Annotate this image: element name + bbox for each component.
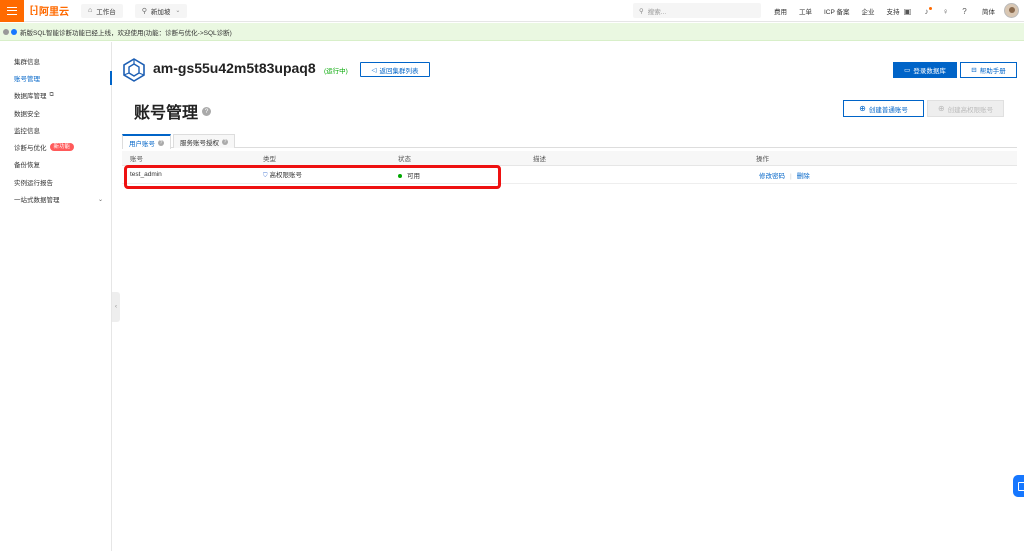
link-tickets[interactable]: 工单 <box>799 6 812 16</box>
bell-icon[interactable]: ♪ <box>921 6 932 16</box>
menu-icon[interactable] <box>0 0 24 22</box>
column-header-actions: 操作 <box>756 156 769 163</box>
highlight-annotation <box>124 165 501 189</box>
notice-text[interactable]: 新版SQL智能诊断功能已经上线，欢迎使用(功能：诊断与优化->SQL诊断) <box>20 27 232 37</box>
change-password-link[interactable]: 修改密码 <box>759 173 785 180</box>
sidebar-item-monitoring[interactable]: 监控信息 <box>0 121 111 138</box>
search-icon: ⚲ <box>639 7 644 15</box>
bulb-icon[interactable]: ♀ <box>940 7 951 16</box>
sidebar-item-dms[interactable]: 一站式数据管理 ⌄ <box>0 190 111 207</box>
location-icon: ⚲ <box>141 7 147 15</box>
top-navigation-bar: [-] 阿里云 ⌂ 工作台 ⚲ 新加坡 ⌄ ⚲ 搜索... 费用 工单 ICP … <box>0 0 1024 22</box>
sidebar-item-cluster-info[interactable]: 集群信息 <box>0 52 111 69</box>
sidebar-item-instance-report[interactable]: 实例运行报告 <box>0 173 111 190</box>
terminal-icon[interactable]: ▣ <box>902 7 913 16</box>
sidebar-item-backup-restore[interactable]: 备份恢复 <box>0 156 111 173</box>
top-icons: ▣ ♪ ♀ ? <box>902 0 978 22</box>
account-actions: 修改密码 | 删除 <box>759 172 810 180</box>
link-icp[interactable]: ICP 备案 <box>824 6 850 16</box>
new-feature-badge: 新功能 <box>49 143 75 152</box>
link-support[interactable]: 支持 <box>887 6 900 16</box>
adb-logo-icon <box>123 58 145 82</box>
column-header-description: 描述 <box>533 156 546 163</box>
question-icon: ? <box>158 139 164 146</box>
sidebar-item-database-management[interactable]: 数据库管理 ⧉ <box>0 87 111 104</box>
link-enterprise[interactable]: 企业 <box>862 6 875 16</box>
sidebar-item-data-security[interactable]: 数据安全 <box>0 104 111 121</box>
sidebar: 集群信息 账号管理 数据库管理 ⧉ 数据安全 监控信息 诊断与优化 新功能 备份恢复… <box>0 42 112 551</box>
page-title: 账号管理 ? <box>134 99 212 123</box>
search-input[interactable]: ⚲ 搜索... <box>633 3 761 18</box>
help-manual-button[interactable]: ⊟ 帮助手册 <box>960 62 1017 78</box>
notice-dot-icon <box>3 28 9 35</box>
logo-text: 阿里云 <box>39 7 69 18</box>
login-database-button[interactable]: ▭ 登录数据库 <box>893 62 957 78</box>
manual-icon: ⊟ <box>971 67 977 74</box>
back-arrow-icon: ◁ <box>371 66 377 74</box>
tab-service-account-authorization[interactable]: 服务账号授权 ? <box>173 134 235 148</box>
back-to-cluster-list-button[interactable]: ◁ 返回集群列表 <box>360 62 430 77</box>
create-normal-account-button[interactable]: ⊕ 创建普通账号 <box>843 100 924 117</box>
plus-circle-icon: ⊕ <box>859 104 866 113</box>
instance-status: (运行中) <box>324 68 348 75</box>
monitor-icon: ▭ <box>904 67 911 74</box>
chevron-down-icon: ⌄ <box>175 8 181 14</box>
question-icon[interactable]: ? <box>202 106 212 116</box>
create-privileged-account-button[interactable]: ⊕ 创建高权限账号 <box>927 100 1004 117</box>
help-icon[interactable]: ? <box>959 7 970 16</box>
region-selector[interactable]: ⚲ 新加坡 ⌄ <box>134 3 188 18</box>
link-fees[interactable]: 费用 <box>774 6 787 16</box>
tab-user-accounts[interactable]: 用户账号 ? <box>122 134 171 149</box>
sidebar-item-account-management[interactable]: 账号管理 <box>0 69 112 86</box>
instance-name: am-gs55u42m5t83upaq8 <box>153 60 316 76</box>
avatar[interactable] <box>1004 3 1019 18</box>
plus-circle-icon: ⊕ <box>937 104 945 113</box>
notice-bar: 新版SQL智能诊断功能已经上线，欢迎使用(功能：诊断与优化->SQL诊断) <box>0 23 1024 41</box>
language-switch[interactable]: 简体 <box>982 0 995 22</box>
column-header-status: 状态 <box>398 156 411 163</box>
workbench-button[interactable]: ⌂ 工作台 <box>81 3 123 18</box>
account-tabs: 用户账号 ? 服务账号授权 ? <box>122 134 1017 149</box>
sidebar-collapse-handle[interactable]: ‹ <box>112 292 120 322</box>
table-header: 账号 类型 状态 描述 操作 <box>122 151 1017 166</box>
sidebar-item-diagnosis[interactable]: 诊断与优化 新功能 <box>0 138 111 155</box>
column-header-type: 类型 <box>263 156 276 163</box>
question-icon: ? <box>222 138 228 145</box>
aliyun-logo[interactable]: [-] 阿里云 <box>30 3 69 18</box>
chevron-down-icon: ⌄ <box>97 196 103 203</box>
column-header-account: 账号 <box>130 156 143 163</box>
home-icon: ⌂ <box>88 7 93 14</box>
feedback-icon[interactable] <box>1013 475 1024 497</box>
info-icon <box>11 28 17 35</box>
top-links: 费用 工单 ICP 备案 企业 支持 <box>774 0 912 22</box>
external-link-icon: ⧉ <box>49 91 54 98</box>
delete-link[interactable]: 删除 <box>797 173 810 180</box>
